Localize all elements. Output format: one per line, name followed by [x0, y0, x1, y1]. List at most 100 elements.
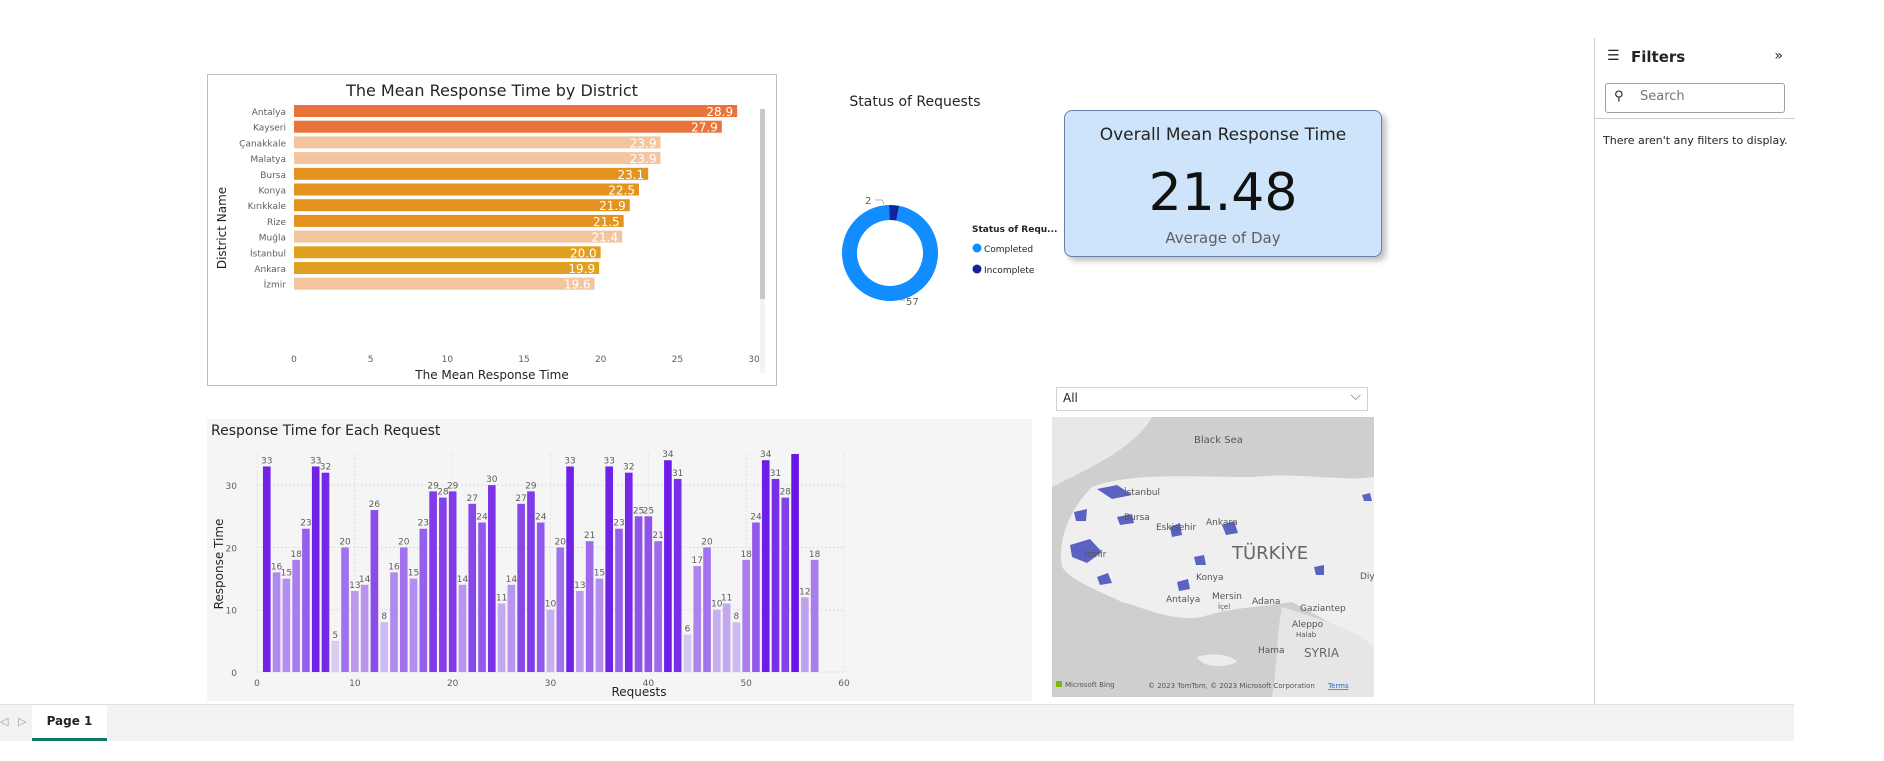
request-bar[interactable]: [722, 603, 731, 672]
request-bar[interactable]: [801, 597, 809, 672]
request-bar[interactable]: [615, 528, 623, 672]
district-bar[interactable]: [294, 105, 738, 117]
request-bar[interactable]: [429, 491, 437, 672]
collapse-icon[interactable]: »: [1774, 48, 1783, 64]
request-bar[interactable]: [341, 547, 349, 672]
district-bar-chart[interactable]: District Name The Mean Response Time 0 5 1…: [208, 75, 776, 385]
request-bar[interactable]: [262, 466, 271, 672]
request-bar[interactable]: [781, 497, 790, 672]
district-scrollbar[interactable]: [760, 109, 765, 299]
request-bar[interactable]: [399, 547, 408, 672]
legend-incomplete-label[interactable]: Incomplete: [984, 266, 1035, 276]
request-data-label: 29: [525, 481, 537, 491]
request-bar[interactable]: [732, 622, 741, 672]
district-bar[interactable]: [294, 199, 630, 212]
request-bar[interactable]: [595, 578, 604, 672]
request-bar[interactable]: [419, 528, 428, 672]
request-data-label: 16: [388, 562, 400, 572]
district-bar[interactable]: [294, 183, 639, 196]
map-terms-link[interactable]: Terms: [1327, 682, 1349, 690]
requests-chart-panel[interactable]: Response Time for Each Request Response …: [207, 419, 1032, 701]
request-bar[interactable]: [673, 478, 682, 672]
kpi-value: 21.48: [1148, 163, 1298, 223]
district-bar[interactable]: [294, 230, 623, 243]
chevron-right-icon[interactable]: ▷: [18, 715, 26, 728]
request-bar[interactable]: [634, 516, 643, 672]
kpi-card[interactable]: Overall Mean Response Time 21.48 Average…: [1064, 110, 1382, 257]
request-bar[interactable]: [331, 640, 340, 672]
request-bar[interactable]: [703, 547, 711, 672]
request-bar[interactable]: [546, 609, 555, 672]
request-bar[interactable]: [566, 466, 574, 672]
request-bar[interactable]: [752, 522, 760, 672]
request-bar[interactable]: [664, 460, 672, 672]
map-label: Bursa: [1124, 513, 1150, 523]
request-bar[interactable]: [683, 634, 692, 672]
request-bar[interactable]: [654, 541, 662, 672]
request-bar[interactable]: [517, 503, 525, 672]
chevron-down-icon[interactable]: ⌵: [1350, 388, 1361, 404]
request-bar[interactable]: [311, 466, 320, 672]
map-label: İçel: [1218, 602, 1230, 611]
request-bar[interactable]: [272, 572, 281, 672]
request-bar[interactable]: [321, 472, 330, 672]
slicer-selected-value: All: [1063, 391, 1078, 405]
request-data-label: 33: [564, 456, 575, 466]
request-bar[interactable]: [713, 609, 721, 672]
status-donut-chart[interactable]: 2 57 Status of Requ... Completed Incompl…: [830, 180, 1080, 320]
request-bar[interactable]: [390, 572, 398, 672]
request-bar[interactable]: [497, 603, 506, 672]
request-bar[interactable]: [468, 503, 477, 672]
tab-page-1[interactable]: Page 1: [32, 705, 107, 741]
request-bar[interactable]: [292, 559, 300, 672]
filters-search-input[interactable]: [1640, 89, 1770, 104]
district-bar[interactable]: [294, 167, 649, 180]
district-bar[interactable]: [294, 120, 722, 133]
request-bar[interactable]: [810, 559, 819, 672]
map-label: Eskişehir: [1156, 523, 1197, 533]
district-chart-panel[interactable]: The Mean Response Time by District Distr…: [207, 74, 777, 386]
requests-bar-chart[interactable]: Response Time Requests 0 10 20 30 0 10 20 30 40 5…: [207, 419, 1032, 701]
request-bar[interactable]: [693, 566, 702, 672]
request-bar[interactable]: [791, 454, 799, 672]
request-bar[interactable]: [644, 516, 653, 672]
request-data-label: 20: [398, 537, 410, 547]
district-bar[interactable]: [294, 246, 601, 259]
request-bar[interactable]: [761, 460, 770, 672]
request-bar[interactable]: [360, 584, 369, 672]
request-bar[interactable]: [507, 584, 516, 672]
request-bar[interactable]: [351, 591, 359, 672]
district-map[interactable]: Black Sea İstanbul Bursa Eskişehir Ankar…: [1052, 417, 1374, 697]
request-bar[interactable]: [487, 485, 496, 672]
request-bar[interactable]: [302, 528, 310, 672]
district-bar[interactable]: [294, 152, 661, 165]
district-bar[interactable]: [294, 136, 661, 149]
district-bar[interactable]: [294, 214, 624, 227]
legend-completed-label[interactable]: Completed: [984, 245, 1033, 255]
request-bar[interactable]: [771, 478, 780, 672]
chevron-left-icon[interactable]: ◁: [0, 715, 8, 728]
request-data-label: 13: [574, 581, 585, 591]
filters-search-box[interactable]: ⚲: [1605, 83, 1785, 113]
request-bar[interactable]: [556, 547, 565, 672]
request-bar[interactable]: [409, 578, 418, 672]
district-bar[interactable]: [294, 277, 595, 290]
map-canvas[interactable]: Black Sea İstanbul Bursa Eskişehir Ankar…: [1052, 417, 1374, 697]
region-slicer-dropdown[interactable]: All ⌵: [1056, 387, 1368, 411]
request-bar[interactable]: [282, 578, 291, 672]
request-bar[interactable]: [585, 541, 594, 672]
requests-y-tick: 10: [226, 607, 238, 617]
request-bar[interactable]: [624, 472, 633, 672]
request-bar[interactable]: [527, 491, 535, 672]
request-bar[interactable]: [742, 559, 750, 672]
request-bar[interactable]: [448, 491, 457, 672]
request-bar[interactable]: [370, 510, 379, 672]
request-bar[interactable]: [536, 522, 545, 672]
request-bar[interactable]: [439, 497, 447, 672]
request-bar[interactable]: [380, 622, 388, 672]
district-bar[interactable]: [294, 262, 600, 274]
request-bar[interactable]: [478, 522, 486, 672]
request-bar[interactable]: [576, 591, 584, 672]
request-bar[interactable]: [458, 584, 467, 672]
request-bar[interactable]: [605, 466, 614, 672]
